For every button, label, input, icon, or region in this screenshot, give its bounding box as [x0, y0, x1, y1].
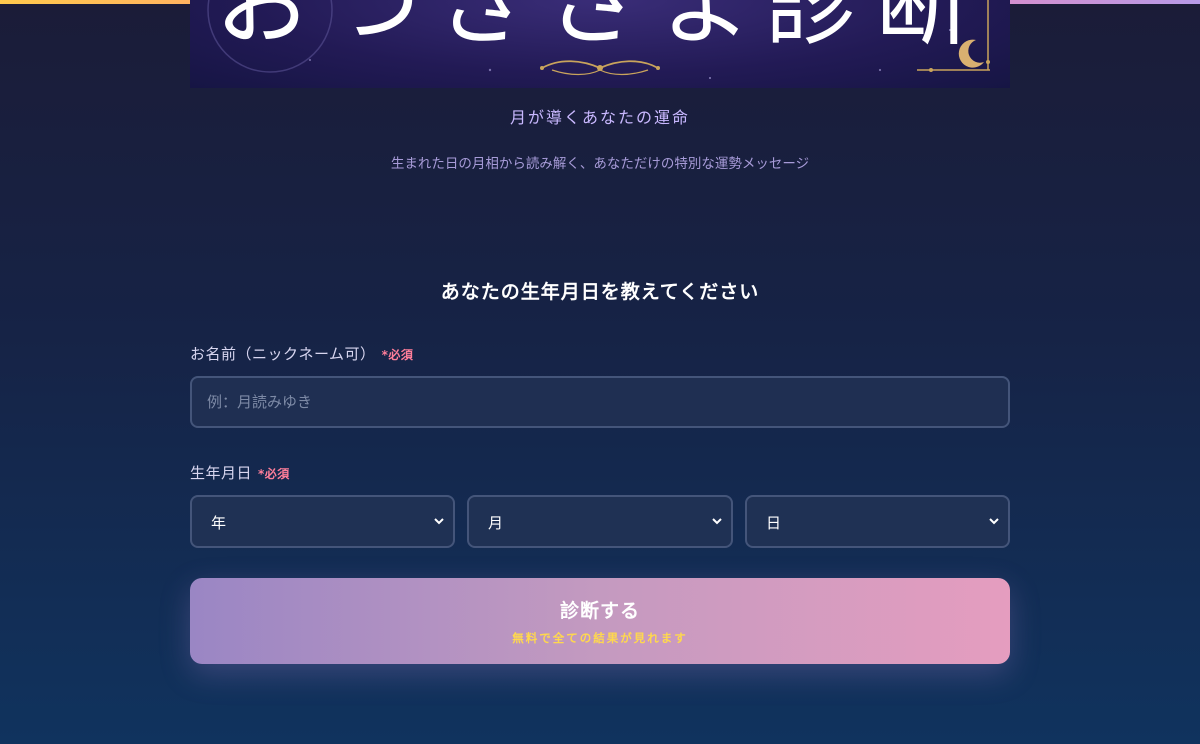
- month-select[interactable]: 月: [467, 495, 733, 548]
- day-select-value: 日: [766, 514, 782, 532]
- subtitle: 生まれた日の月相から読み解く、あなただけの特別な運勢メッセージ: [390, 156, 810, 172]
- name-field-label: お名前（ニックネーム可） *必須: [190, 343, 413, 364]
- ornament-flourish-icon: [540, 60, 660, 76]
- submit-button-sublabel: 無料で全ての結果が見れます: [512, 633, 688, 645]
- birthdate-field-label: 生年月日 *必須: [190, 462, 290, 483]
- chevron-down-icon: [989, 518, 999, 525]
- required-badge: *必須: [258, 467, 290, 481]
- chevron-down-icon: [434, 518, 444, 525]
- year-select[interactable]: 年: [190, 495, 455, 548]
- name-label-text: お名前（ニックネーム可）: [190, 345, 376, 363]
- crescent-moon-icon: [958, 39, 984, 68]
- submit-button-label: 診断する: [559, 601, 640, 622]
- tagline: 月が導くあなたの運命: [509, 108, 690, 127]
- year-select-value: 年: [211, 514, 227, 532]
- submit-diagnosis-button[interactable]: 診断する 無料で全ての結果が見れます: [190, 578, 1010, 664]
- required-badge: *必須: [381, 348, 414, 362]
- name-input[interactable]: [190, 376, 1010, 428]
- hero-banner: おつきさま診断: [190, 0, 1010, 88]
- form-heading: あなたの生年月日を教えてください: [440, 281, 760, 303]
- birthdate-label-text: 生年月日: [190, 464, 253, 482]
- day-select[interactable]: 日: [745, 495, 1010, 548]
- banner-ornaments: [540, 39, 984, 76]
- month-select-value: 月: [488, 514, 504, 532]
- chevron-down-icon: [712, 518, 722, 525]
